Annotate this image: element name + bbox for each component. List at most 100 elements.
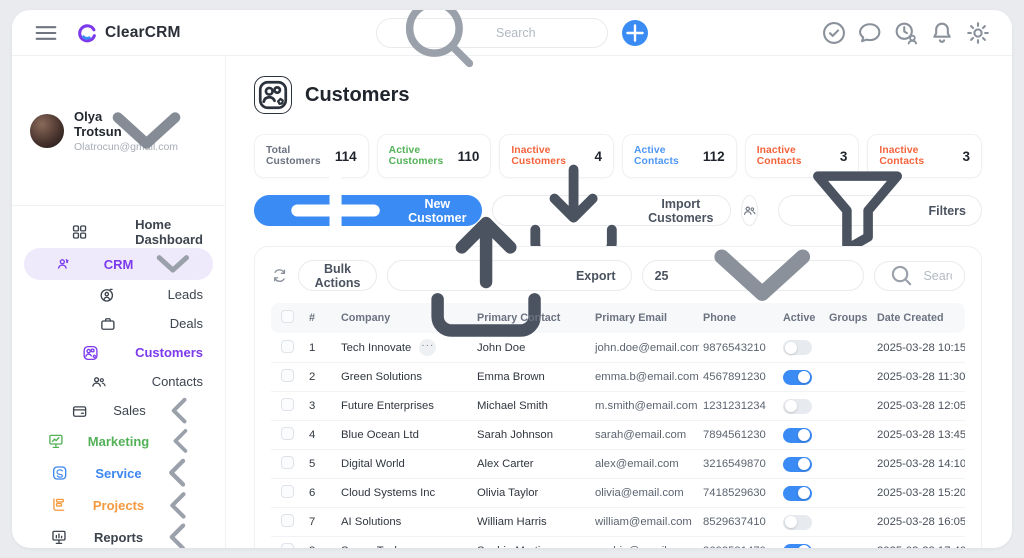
select-all-checkbox[interactable] [281, 310, 294, 323]
company-name: Blue Ocean Ltd [341, 429, 419, 441]
refresh-icon [271, 267, 288, 284]
groups-cell [825, 537, 873, 549]
user-profile-menu[interactable]: Olya Trotsun Olatrocun@gmail.com [12, 56, 225, 206]
phone: 7418529630 [699, 479, 779, 508]
sidebar-item-label: CRM [104, 257, 134, 272]
header-icon-button[interactable] [964, 19, 992, 47]
row-checkbox[interactable] [281, 369, 294, 382]
date-created: 2025-03-28 10:15:00 [873, 333, 965, 363]
active-toggle[interactable] [783, 486, 812, 501]
date-created: 2025-03-28 14:10:55 [873, 450, 965, 479]
primary-email: sophia@email.com [591, 537, 699, 549]
table-row[interactable]: 8 SecureTech ··· Sophia Martinez sophia@… [271, 537, 965, 549]
active-toggle[interactable] [783, 544, 812, 549]
row-checkbox[interactable] [281, 398, 294, 411]
app-logo[interactable]: ClearCRM [76, 22, 181, 44]
header-icon-button[interactable] [928, 19, 956, 47]
phone: 3216549870 [699, 450, 779, 479]
sidebar-item-label: Reports [94, 530, 143, 545]
refresh-button[interactable] [271, 262, 288, 290]
company-name: SecureTech [341, 545, 401, 548]
date-created: 2025-03-28 12:05:20 [873, 392, 965, 421]
company-name: Green Solutions [341, 371, 422, 383]
table-row[interactable]: 2 Green Solutions ··· Emma Brown emma.b@… [271, 363, 965, 392]
page-size-select[interactable]: 25 [642, 260, 864, 291]
groups-cell [825, 508, 873, 537]
active-toggle[interactable] [783, 457, 812, 472]
date-created: 2025-03-28 13:45:30 [873, 421, 965, 450]
header-icon-button[interactable] [820, 19, 848, 47]
table-row[interactable]: 7 AI Solutions ··· William Harris willia… [271, 508, 965, 537]
header-icon-group [792, 19, 992, 47]
sidebar-item[interactable]: CRM [24, 248, 213, 280]
actions-row: New Customer Import Customers Filters [254, 195, 982, 226]
quick-add-button[interactable] [622, 20, 648, 46]
active-toggle[interactable] [783, 370, 812, 385]
groups-cell [825, 363, 873, 392]
row-checkbox[interactable] [281, 340, 294, 353]
active-toggle[interactable] [783, 428, 812, 443]
customers-table: # Company Primary Contact Primary Email … [271, 303, 965, 548]
table-search [874, 261, 965, 291]
row-checkbox[interactable] [281, 485, 294, 498]
bulk-actions-button[interactable]: Bulk Actions [298, 260, 377, 291]
table-row[interactable]: 5 Digital World ··· Alex Carter alex@ema… [271, 450, 965, 479]
primary-contact: Olivia Taylor [473, 479, 591, 508]
table-row[interactable]: 3 Future Enterprises ··· Michael Smith m… [271, 392, 965, 421]
sidebar-item-label: Customers [135, 345, 203, 360]
sidebar-item-label: Sales [113, 403, 146, 418]
chevron-down-icon [674, 187, 850, 363]
avatar [30, 114, 64, 148]
stat-value: 110 [458, 149, 480, 164]
primary-email: sarah@email.com [591, 421, 699, 450]
active-toggle[interactable] [783, 399, 812, 414]
top-header: ClearCRM [12, 10, 1012, 56]
sidebar-item-label: Marketing [88, 434, 149, 449]
export-button[interactable]: Export [387, 260, 632, 291]
clearcrm-logo-icon [76, 22, 98, 44]
app-window: ClearCRM [12, 10, 1012, 548]
primary-email: m.smith@email.com [591, 392, 699, 421]
row-checkbox[interactable] [281, 456, 294, 469]
company-name: AI Solutions [341, 516, 401, 528]
table-search-input[interactable] [923, 269, 952, 283]
sidebar-item[interactable]: Deals [24, 309, 213, 338]
sidebar-nav: Home Dashboard CRM Leads [12, 206, 225, 548]
active-toggle[interactable] [783, 515, 812, 530]
primary-email: william@email.com [591, 508, 699, 537]
company-name: Future Enterprises [341, 400, 434, 412]
stat-value: 3 [963, 149, 971, 164]
table-row[interactable]: 1 Tech Innovate ··· John Doe john.doe@em… [271, 333, 965, 363]
groups-cell [825, 421, 873, 450]
primary-contact: William Harris [473, 508, 591, 537]
table-row[interactable]: 4 Blue Ocean Ltd ··· Sarah Johnson sarah… [271, 421, 965, 450]
header-icon-button[interactable] [892, 19, 920, 47]
table-toolbar: Bulk Actions Export 25 [271, 260, 965, 291]
sidebar-item-label: Leads [168, 287, 203, 302]
row-checkbox[interactable] [281, 427, 294, 440]
row-checkbox[interactable] [281, 514, 294, 527]
primary-contact: Sarah Johnson [473, 421, 591, 450]
hamburger-menu-button[interactable] [32, 19, 60, 47]
header-icon-button[interactable] [856, 19, 884, 47]
sidebar-item[interactable]: Customers [24, 338, 213, 367]
global-search-input[interactable] [496, 26, 595, 40]
export-icon [403, 192, 569, 358]
phone: 7894561230 [699, 421, 779, 450]
global-search [376, 18, 608, 48]
customers-table-card: Bulk Actions Export 25 [254, 246, 982, 548]
stat-value: 112 [703, 149, 725, 164]
active-toggle[interactable] [783, 340, 812, 355]
row-checkbox[interactable] [281, 543, 294, 548]
plus-icon [622, 20, 648, 46]
phone: 1231231234 [699, 392, 779, 421]
primary-contact: Sophia Martinez [473, 537, 591, 549]
hamburger-icon [32, 19, 60, 47]
logo-text: ClearCRM [105, 24, 181, 42]
date-created: 2025-03-28 16:05:50 [873, 508, 965, 537]
groups-cell [825, 450, 873, 479]
table-row[interactable]: 6 Cloud Systems Inc ··· Olivia Taylor ol… [271, 479, 965, 508]
primary-contact: Emma Brown [473, 363, 591, 392]
phone: 8529637410 [699, 508, 779, 537]
chevron-down-icon [84, 68, 209, 193]
